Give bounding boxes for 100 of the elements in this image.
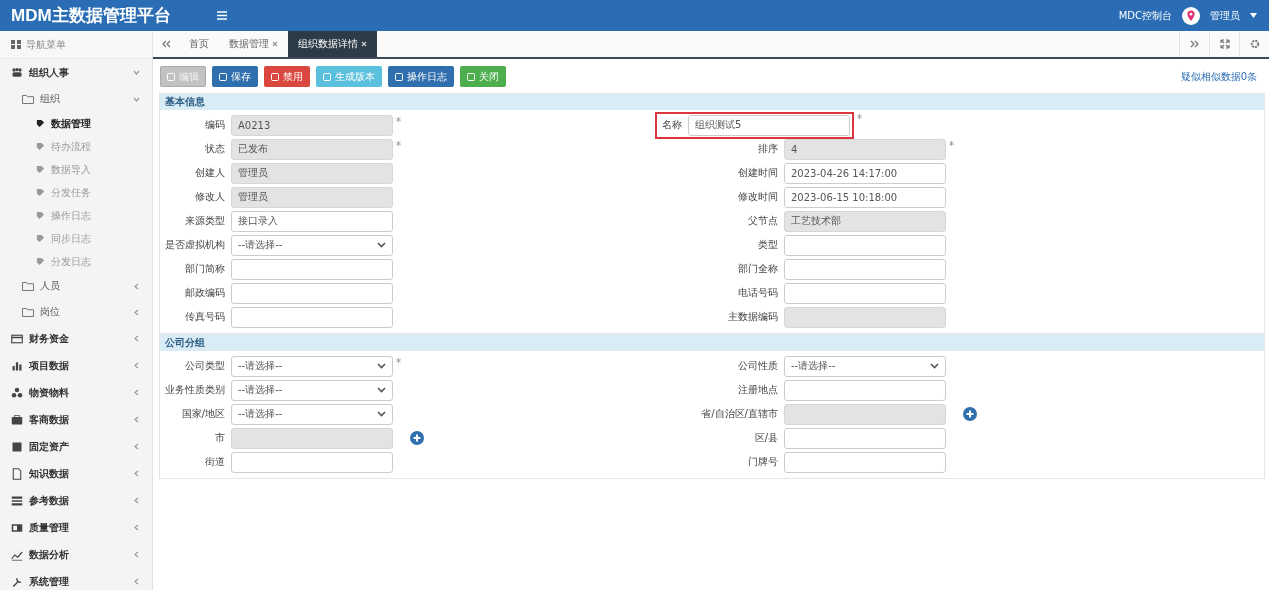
- sidebar-item[interactable]: 知识数据: [0, 460, 152, 487]
- field-label: 公司性质: [737, 359, 779, 373]
- sidebar-item[interactable]: 项目数据: [0, 352, 152, 379]
- field-label: 市: [214, 431, 226, 445]
- field-label: 创建时间: [737, 166, 779, 180]
- input-field[interactable]: [231, 282, 393, 304]
- input-field[interactable]: [784, 451, 946, 473]
- field-label: 区/县: [753, 431, 779, 445]
- sidebar-item[interactable]: 人员: [0, 273, 152, 299]
- chevron-icon: [133, 362, 140, 369]
- square-icon: [167, 72, 175, 81]
- menu-item-icon: [11, 359, 23, 372]
- toolbar-button[interactable]: 禁用: [264, 66, 310, 87]
- menu-item-icon: [11, 494, 23, 507]
- field-label: 来源类型: [184, 214, 226, 228]
- similar-data-link[interactable]: 疑似相似数据0条: [1180, 69, 1263, 84]
- toolbar-button[interactable]: 保存: [212, 66, 258, 87]
- field-label: 业务性质类别: [164, 383, 226, 397]
- caret-icon[interactable]: [1250, 13, 1257, 18]
- tag-icon: [36, 165, 45, 174]
- tag-icon: [36, 257, 45, 266]
- field-label: 部门简称: [184, 262, 226, 276]
- field-label: 状态: [204, 142, 226, 156]
- menu-item-icon: [11, 66, 23, 79]
- field-label: 省/自治区/直辖市: [700, 407, 779, 421]
- sidebar-item[interactable]: 财务资金: [0, 325, 152, 352]
- section-header: 基本信息: [160, 94, 1264, 110]
- chevron-icon: [133, 282, 140, 290]
- chevron-icon: [133, 389, 140, 396]
- chevron-icon: [133, 470, 140, 477]
- field-label: 父节点: [747, 214, 779, 228]
- user-menu[interactable]: 管理员: [1210, 8, 1240, 23]
- select-field[interactable]: --请选择--: [231, 403, 393, 425]
- input-field[interactable]: [231, 451, 393, 473]
- caret-icon: [377, 242, 386, 248]
- select-field[interactable]: --请选择--: [784, 355, 946, 377]
- square-icon: [219, 72, 227, 81]
- folder-icon: [22, 307, 34, 317]
- input-field[interactable]: 2023-06-15 10:18:00: [784, 186, 946, 208]
- chevron-icon: [133, 95, 140, 103]
- chevron-icon: [133, 497, 140, 504]
- chevron-icon: [133, 524, 140, 531]
- menu-item-icon: [11, 440, 23, 453]
- input-field[interactable]: [784, 234, 946, 256]
- square-icon: [323, 72, 331, 81]
- field-label: 门牌号: [747, 455, 779, 469]
- sidebar-item[interactable]: 岗位: [0, 299, 152, 325]
- sidebar-item[interactable]: 固定资产: [0, 433, 152, 460]
- close-icon[interactable]: [361, 41, 367, 47]
- sidebar-item[interactable]: 组织人事: [0, 59, 152, 86]
- sidebar-heading: 导航菜单: [26, 37, 66, 52]
- sidebar-item[interactable]: 参考数据: [0, 487, 152, 514]
- select-field[interactable]: --请选择--: [231, 234, 393, 256]
- tag-icon: [36, 188, 45, 197]
- caret-icon: [930, 363, 939, 369]
- console-link[interactable]: MDC控制台: [1118, 8, 1172, 23]
- select-field[interactable]: --请选择--: [231, 379, 393, 401]
- field-label: 编码: [204, 118, 226, 132]
- sidebar-item[interactable]: 质量管理: [0, 514, 152, 541]
- field-label: 是否虚拟机构: [164, 238, 226, 252]
- chevron-icon: [133, 308, 140, 316]
- input-field[interactable]: 2023-04-26 14:17:00: [784, 162, 946, 184]
- field-label: 邮政编码: [184, 286, 226, 300]
- menu-item-icon: [11, 332, 23, 345]
- input-field[interactable]: 组织测试5: [688, 114, 850, 136]
- sidebar-item[interactable]: 数据分析: [0, 541, 152, 568]
- tag-icon: [36, 211, 45, 220]
- input-field[interactable]: [231, 258, 393, 280]
- input-field[interactable]: [784, 427, 946, 449]
- chevron-icon: [133, 416, 140, 423]
- input-field[interactable]: [784, 258, 946, 280]
- menu-icon[interactable]: [217, 11, 227, 20]
- sidebar-item[interactable]: 客商数据: [0, 406, 152, 433]
- grid-icon: [11, 40, 21, 49]
- input-field[interactable]: 接口录入: [231, 210, 393, 232]
- sidebar-item[interactable]: 系统管理: [0, 568, 152, 590]
- toolbar-button[interactable]: 操作日志: [388, 66, 454, 87]
- field-label: 主数据编码: [727, 310, 779, 324]
- caret-icon: [377, 363, 386, 369]
- avatar-icon[interactable]: [1182, 6, 1200, 25]
- square-icon: [271, 72, 279, 81]
- field-label: 部门全称: [737, 262, 779, 276]
- tab[interactable]: 组织数据详情: [288, 31, 377, 57]
- input-field[interactable]: [231, 306, 393, 328]
- field-label: 创建人: [194, 166, 226, 180]
- field-label: 街道: [204, 455, 226, 469]
- input-field[interactable]: [784, 282, 946, 304]
- menu-item-icon: [11, 575, 23, 588]
- tag-icon: [36, 142, 45, 151]
- caret-icon: [377, 411, 386, 417]
- field-label: 注册地点: [737, 383, 779, 397]
- sidebar-item[interactable]: 数据管理: [0, 112, 152, 135]
- tab[interactable]: 首页: [179, 31, 219, 57]
- input-field[interactable]: [784, 379, 946, 401]
- menu-item-icon: [11, 467, 23, 480]
- tab[interactable]: 数据管理: [219, 31, 288, 57]
- sidebar-item[interactable]: 组织: [0, 86, 152, 112]
- sidebar-item[interactable]: 物资物料: [0, 379, 152, 406]
- select-field[interactable]: --请选择--: [231, 355, 393, 377]
- menu-item-icon: [11, 413, 23, 426]
